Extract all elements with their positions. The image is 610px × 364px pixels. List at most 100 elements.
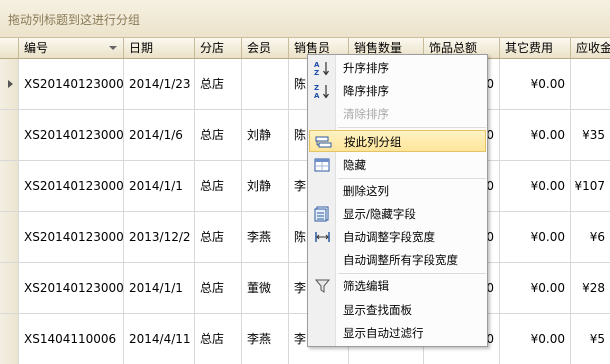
cell-date[interactable]: 2014/1/23 [124, 59, 195, 109]
cell-member[interactable] [242, 59, 289, 109]
cell-store[interactable]: 总店 [195, 59, 242, 109]
cell-amount-due[interactable]: ¥107 [571, 161, 610, 211]
menu-item-label: 筛选编辑 [343, 279, 389, 293]
row-indicator[interactable] [0, 314, 19, 364]
column-header-member[interactable]: 会员 [242, 38, 289, 59]
menu-item-auto-fit-all[interactable]: 自动调整所有字段宽度 [309, 249, 486, 271]
row-indicator[interactable] [0, 263, 19, 313]
sort-descending-icon: Z A [314, 84, 329, 99]
menu-item-show-auto-filter-row[interactable]: 显示自动过滤行 [309, 322, 486, 344]
menu-item-label: 显示/隐藏字段 [343, 207, 416, 221]
cell-id[interactable]: XS201401230004 [19, 110, 124, 160]
menu-item-label: 显示自动过滤行 [343, 326, 424, 340]
menu-item-filter-edit[interactable]: 筛选编辑 [309, 275, 486, 297]
column-header-label: 销售员 [294, 41, 331, 55]
cell-id[interactable]: XS201401230005 [19, 59, 124, 109]
menu-item-show-hide-fields[interactable]: 显示/隐藏字段 [309, 203, 486, 225]
svg-text:A: A [314, 61, 320, 69]
column-header-context-menu: A Z 升序排序 Z A 降序排序 清除排序 按此列分组 隐藏 删除这列 显示/… [307, 54, 488, 347]
group-by-panel[interactable]: 拖动列标题到这进行分组 [0, 0, 610, 38]
menu-item-show-find-panel[interactable]: 显示查找面板 [309, 299, 486, 321]
best-fit-icon [315, 232, 330, 242]
cell-other-fees[interactable]: ¥0.00 [500, 314, 571, 364]
table-row[interactable]: XS201401230004 2014/1/6 总店 刘静 陈 00 ¥0.00… [0, 110, 610, 161]
column-header-label: 编号 [24, 41, 49, 55]
svg-text:Z: Z [314, 69, 319, 76]
menu-item-label: 升序排序 [343, 61, 389, 75]
menu-separator [338, 178, 486, 179]
cell-store[interactable]: 总店 [195, 110, 242, 160]
sort-ascending-icon: A Z [314, 61, 329, 76]
column-header-store[interactable]: 分店 [195, 38, 242, 59]
cell-id[interactable]: XS201401230003 [19, 161, 124, 211]
cell-member[interactable]: 刘静 [242, 110, 289, 160]
cell-amount-due[interactable]: ¥5 [571, 314, 610, 364]
column-header-id[interactable]: 编号 [19, 38, 124, 59]
hide-column-icon [314, 158, 330, 172]
cell-date[interactable]: 2014/1/1 [124, 161, 195, 211]
cell-date[interactable]: 2014/1/1 [124, 263, 195, 313]
cell-store[interactable]: 总店 [195, 263, 242, 313]
column-header-other-fees[interactable]: 其它费用 [500, 38, 571, 59]
cell-other-fees[interactable]: ¥0.00 [500, 263, 571, 313]
column-header-amount-due[interactable]: 应收金额 [571, 38, 610, 59]
row-indicator[interactable] [0, 110, 19, 160]
menu-separator [338, 127, 486, 128]
cell-store[interactable]: 总店 [195, 212, 242, 262]
cell-amount-due[interactable]: ¥28 [571, 263, 610, 313]
cell-id[interactable]: XS1404110006 [19, 314, 124, 364]
cell-member[interactable]: 董微 [242, 263, 289, 313]
menu-item-clear-sort[interactable]: 清除排序 [309, 103, 486, 125]
row-indicator-header [0, 38, 19, 59]
data-grid[interactable]: 编号 日期 分店 会员 销售员 销售数量 饰品总额 其它费用 应收金额 XS20… [0, 38, 610, 364]
cell-member[interactable]: 李燕 [242, 314, 289, 364]
filter-icon [314, 279, 331, 293]
cell-store[interactable]: 总店 [195, 314, 242, 364]
cell-amount-due[interactable] [571, 59, 610, 109]
current-row-arrow-icon [8, 80, 13, 88]
table-row[interactable]: XS201401230005 2014/1/23 总店 陈 00 ¥0.00 [0, 59, 610, 110]
menu-item-label: 降序排序 [343, 84, 389, 98]
menu-item-auto-fit-field[interactable]: 自动调整字段宽度 [309, 226, 486, 248]
table-row[interactable]: XS201401230003 2014/1/1 总店 刘静 李 00 ¥0.00… [0, 161, 610, 212]
cell-other-fees[interactable]: ¥0.00 [500, 110, 571, 160]
table-row[interactable]: XS201401230002 2013/12/2 总店 李燕 陈 00 ¥0.0… [0, 212, 610, 263]
menu-item-group-by-column[interactable]: 按此列分组 [309, 130, 486, 152]
menu-item-label: 清除排序 [343, 107, 389, 121]
group-panel-hint: 拖动列标题到这进行分组 [8, 13, 141, 27]
dropdown-arrow-icon[interactable] [109, 46, 117, 50]
cell-amount-due[interactable]: ¥6 [571, 212, 610, 262]
table-row[interactable]: XS1404110006 2014/4/11 总店 李燕 李 00 ¥0.00 … [0, 314, 610, 364]
cell-member[interactable]: 李燕 [242, 212, 289, 262]
cell-other-fees[interactable]: ¥0.00 [500, 212, 571, 262]
row-indicator[interactable] [0, 212, 19, 262]
row-indicator[interactable] [0, 59, 19, 109]
cell-date[interactable]: 2013/12/2 [124, 212, 195, 262]
cell-id[interactable]: XS201401230002 [19, 212, 124, 262]
column-header-label: 其它费用 [505, 41, 554, 55]
menu-item-sort-descending[interactable]: Z A 降序排序 [309, 80, 486, 102]
cell-date[interactable]: 2014/4/11 [124, 314, 195, 364]
column-header-date[interactable]: 日期 [124, 38, 195, 59]
menu-item-label: 隐藏 [343, 158, 366, 172]
table-row[interactable]: XS201401230001 2014/1/1 总店 董微 李 00 ¥0.00… [0, 263, 610, 314]
cell-other-fees[interactable]: ¥0.00 [500, 161, 571, 211]
menu-item-label: 自动调整字段宽度 [343, 230, 435, 244]
cell-store[interactable]: 总店 [195, 161, 242, 211]
cell-amount-due[interactable]: ¥35 [571, 110, 610, 160]
menu-item-label: 删除这列 [343, 184, 389, 198]
cell-other-fees[interactable]: ¥0.00 [500, 59, 571, 109]
cell-member[interactable]: 刘静 [242, 161, 289, 211]
menu-item-delete-column[interactable]: 删除这列 [309, 180, 486, 202]
row-indicator[interactable] [0, 161, 19, 211]
column-header-label: 饰品总额 [429, 41, 478, 55]
menu-item-hide[interactable]: 隐藏 [309, 154, 486, 176]
column-chooser-icon [314, 206, 329, 222]
column-header-label: 分店 [200, 41, 225, 55]
column-header-label: 应收金额 [576, 41, 610, 55]
cell-id[interactable]: XS201401230001 [19, 263, 124, 313]
column-header-label: 会员 [247, 41, 272, 55]
menu-item-sort-ascending[interactable]: A Z 升序排序 [309, 57, 486, 79]
cell-date[interactable]: 2014/1/6 [124, 110, 195, 160]
menu-item-label: 显示查找面板 [343, 303, 412, 317]
